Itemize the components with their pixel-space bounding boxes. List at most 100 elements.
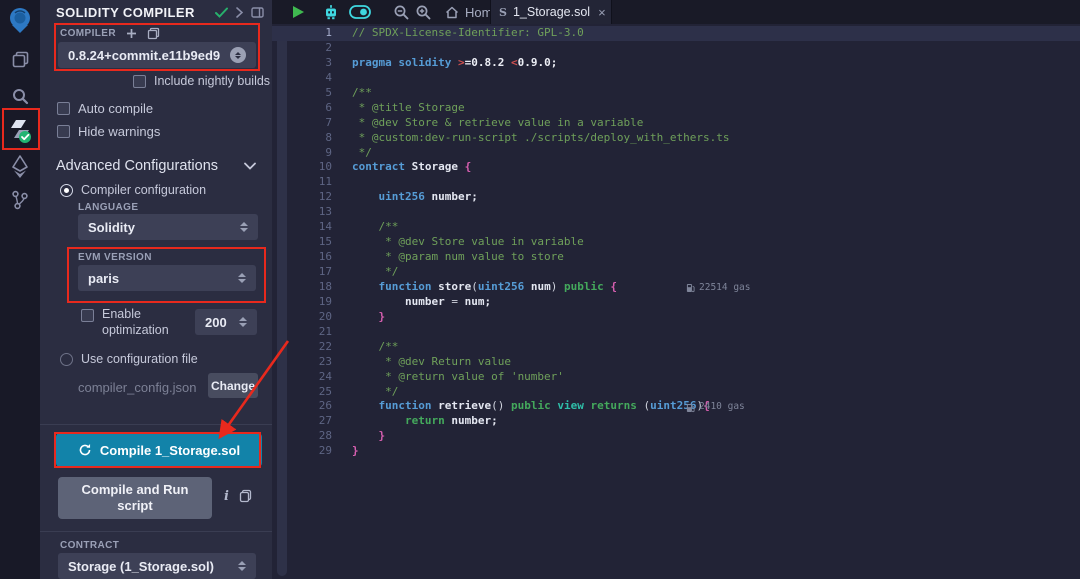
code-line[interactable]: 17 */ — [272, 265, 1080, 280]
line-number: 24 — [272, 370, 332, 385]
compile-and-run-button[interactable]: Compile and Run script — [58, 477, 212, 519]
code-line[interactable]: 26 function retrieve() public view retur… — [272, 399, 1080, 414]
remix-logo[interactable] — [0, 3, 40, 37]
copy-icon[interactable] — [147, 27, 160, 40]
hide-warnings-checkbox[interactable] — [57, 125, 70, 138]
tab-storage-sol[interactable]: S 1_Storage.sol × — [490, 0, 612, 24]
code-line[interactable]: 25 */ — [272, 385, 1080, 400]
file-explorer-icon[interactable] — [0, 42, 40, 76]
icon-rail — [0, 0, 40, 579]
code-line[interactable]: 10 contract Storage { — [272, 160, 1080, 175]
code-text: /** — [352, 86, 372, 101]
code-line[interactable]: 16 * @param num value to store — [272, 250, 1080, 265]
change-button[interactable]: Change — [208, 373, 258, 398]
code-text: * @custom:dev-run-script ./scripts/deplo… — [352, 131, 730, 146]
panel-header: SOLIDITY COMPILER — [40, 0, 272, 24]
code-line[interactable]: 5/** — [272, 86, 1080, 101]
code-line[interactable]: 20 } — [272, 310, 1080, 325]
code-line[interactable]: 7 * @dev Store & retrieve value in a var… — [272, 116, 1080, 131]
ai-robot-icon[interactable] — [323, 0, 339, 24]
line-number: 20 — [272, 310, 332, 325]
compiler-configuration-radio[interactable] — [60, 184, 73, 197]
evm-version-value: paris — [88, 271, 237, 286]
line-number: 16 — [272, 250, 332, 265]
code-line[interactable]: 22 /** — [272, 340, 1080, 355]
line-number: 14 — [272, 220, 332, 235]
compiler-configuration-label: Compiler configuration — [81, 183, 206, 197]
optimization-runs-input[interactable]: 200 — [195, 309, 257, 335]
zoom-out-icon[interactable] — [393, 0, 409, 24]
line-number: 26 — [272, 399, 332, 414]
compile-button[interactable]: Compile 1_Storage.sol — [56, 433, 262, 467]
divider — [40, 424, 272, 425]
auto-compile-checkbox-row[interactable]: Auto compile — [57, 101, 153, 116]
code-text: contract Storage { — [352, 160, 471, 175]
code-lines: 1// SPDX-License-Identifier: GPL-3.023pr… — [272, 26, 1080, 459]
line-number: 10 — [272, 160, 332, 175]
code-line[interactable]: 1// SPDX-License-Identifier: GPL-3.0 — [272, 26, 1080, 41]
toggle-icon[interactable] — [349, 0, 371, 24]
chevron-right-icon[interactable] — [236, 7, 243, 18]
line-number: 3 — [272, 56, 332, 71]
hide-warnings-checkbox-row[interactable]: Hide warnings — [57, 124, 160, 139]
code-line[interactable]: 27 return number; — [272, 414, 1080, 429]
tab-title: 1_Storage.sol — [513, 5, 590, 19]
evm-version-select[interactable]: paris — [78, 265, 256, 291]
code-line[interactable]: 14 /** — [272, 220, 1080, 235]
use-config-file-label: Use configuration file — [81, 352, 198, 366]
hide-warnings-label: Hide warnings — [78, 124, 160, 139]
use-config-file-radio[interactable] — [60, 353, 73, 366]
code-line[interactable]: 19 number = num; — [272, 295, 1080, 310]
panel-title: SOLIDITY COMPILER — [56, 5, 195, 20]
language-select[interactable]: Solidity — [78, 214, 258, 240]
compiler-version-value: 0.8.24+commit.e11b9ed9 — [68, 48, 230, 63]
deploy-run-icon[interactable] — [0, 150, 40, 184]
contract-select[interactable]: Storage (1_Storage.sol) — [58, 553, 256, 579]
line-number: 21 — [272, 325, 332, 340]
code-line[interactable]: 21 — [272, 325, 1080, 340]
code-line[interactable]: 4 — [272, 71, 1080, 86]
compiler-configuration-radio-row[interactable]: Compiler configuration — [60, 183, 206, 197]
code-line[interactable]: 23 * @dev Return value — [272, 355, 1080, 370]
advanced-configurations-title[interactable]: Advanced Configurations — [56, 158, 218, 174]
use-config-file-radio-row[interactable]: Use configuration file — [60, 352, 198, 366]
divider — [40, 531, 272, 532]
solidity-compiler-icon[interactable] — [0, 114, 40, 148]
include-nightly-checkbox[interactable] — [133, 75, 146, 88]
code-line[interactable]: 11 — [272, 175, 1080, 190]
code-line[interactable]: 12 uint256 number; — [272, 190, 1080, 205]
code-text: return number; — [352, 414, 498, 429]
code-line[interactable]: 9 */ — [272, 146, 1080, 161]
git-icon[interactable] — [0, 183, 40, 217]
code-line[interactable]: 13 — [272, 205, 1080, 220]
line-number: 1 — [272, 26, 332, 41]
code-line[interactable]: 3pragma solidity >=0.8.2 <0.9.0; — [272, 56, 1080, 71]
chevron-down-icon[interactable] — [244, 162, 256, 170]
code-line[interactable]: 2 — [272, 41, 1080, 56]
refresh-icon — [78, 443, 92, 457]
play-icon[interactable] — [292, 0, 305, 24]
code-text: function store(uint256 num) public { — [352, 280, 617, 295]
code-line[interactable]: 29} — [272, 444, 1080, 459]
enable-optimization-label: Enable optimization — [102, 306, 169, 338]
copy-icon[interactable] — [239, 489, 252, 503]
code-line[interactable]: 6 * @title Storage — [272, 101, 1080, 116]
include-nightly-checkbox-row[interactable]: Include nightly builds — [133, 74, 270, 88]
code-line[interactable]: 18 function store(uint256 num) public {2… — [272, 280, 1080, 295]
enable-optimization-checkbox[interactable] — [81, 309, 94, 322]
plus-icon[interactable] — [126, 28, 137, 39]
close-icon[interactable]: × — [598, 5, 606, 20]
pin-panel-icon[interactable] — [251, 7, 264, 18]
zoom-in-icon[interactable] — [415, 0, 431, 24]
code-line[interactable]: 8 * @custom:dev-run-script ./scripts/dep… — [272, 131, 1080, 146]
auto-compile-checkbox[interactable] — [57, 102, 70, 115]
code-text: */ — [352, 146, 372, 161]
code-line[interactable]: 15 * @dev Store value in variable — [272, 235, 1080, 250]
gas-pump-icon — [686, 283, 695, 293]
stepper-icon — [230, 47, 246, 63]
search-icon[interactable] — [0, 79, 40, 113]
code-line[interactable]: 28 } — [272, 429, 1080, 444]
info-icon[interactable]: i — [224, 489, 229, 504]
code-line[interactable]: 24 * @return value of 'number' — [272, 370, 1080, 385]
compiler-version-select[interactable]: 0.8.24+commit.e11b9ed9 — [58, 42, 256, 68]
